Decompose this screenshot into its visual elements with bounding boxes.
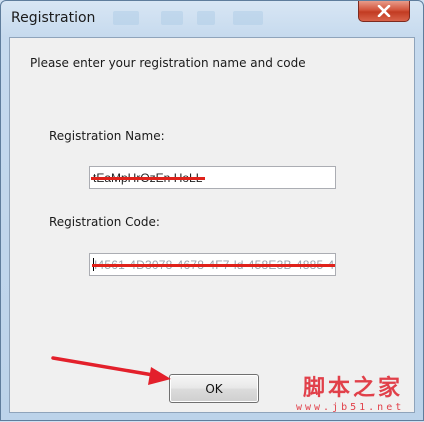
registration-code-input[interactable]: I4561-4D3078-4678-4F7-ld-458E3B-4885-4C4… (89, 253, 336, 276)
background-blur (113, 11, 139, 25)
registration-code-value: I4561-4D3078-4678-4F7-ld-458E3B-4885-4C4… (91, 258, 335, 272)
close-icon (377, 5, 391, 17)
background-blur (197, 11, 215, 25)
registration-name-label: Registration Name: (49, 129, 165, 143)
registration-name-value: tEaMpHrOzEn HoLL (90, 171, 206, 185)
dialog-body: Please enter your registration name and … (9, 37, 415, 413)
registration-code-label: Registration Code: (49, 215, 160, 229)
watermark: 脚本之家 www.jb51.net (294, 370, 418, 418)
watermark-brand: 脚本之家 (303, 375, 404, 401)
registration-window: Registration Please enter your registrat… (0, 0, 424, 421)
close-button[interactable] (358, 1, 410, 22)
background-blur (233, 11, 263, 25)
instruction-text: Please enter your registration name and … (30, 56, 306, 70)
watermark-url: www.jb51.net (296, 402, 405, 413)
ok-button[interactable]: OK (169, 374, 259, 403)
title-bar[interactable]: Registration (1, 1, 423, 37)
registration-name-input[interactable]: tEaMpHrOzEn HoLL (89, 166, 336, 189)
window-title: Registration (11, 10, 96, 26)
background-blur (161, 11, 183, 25)
